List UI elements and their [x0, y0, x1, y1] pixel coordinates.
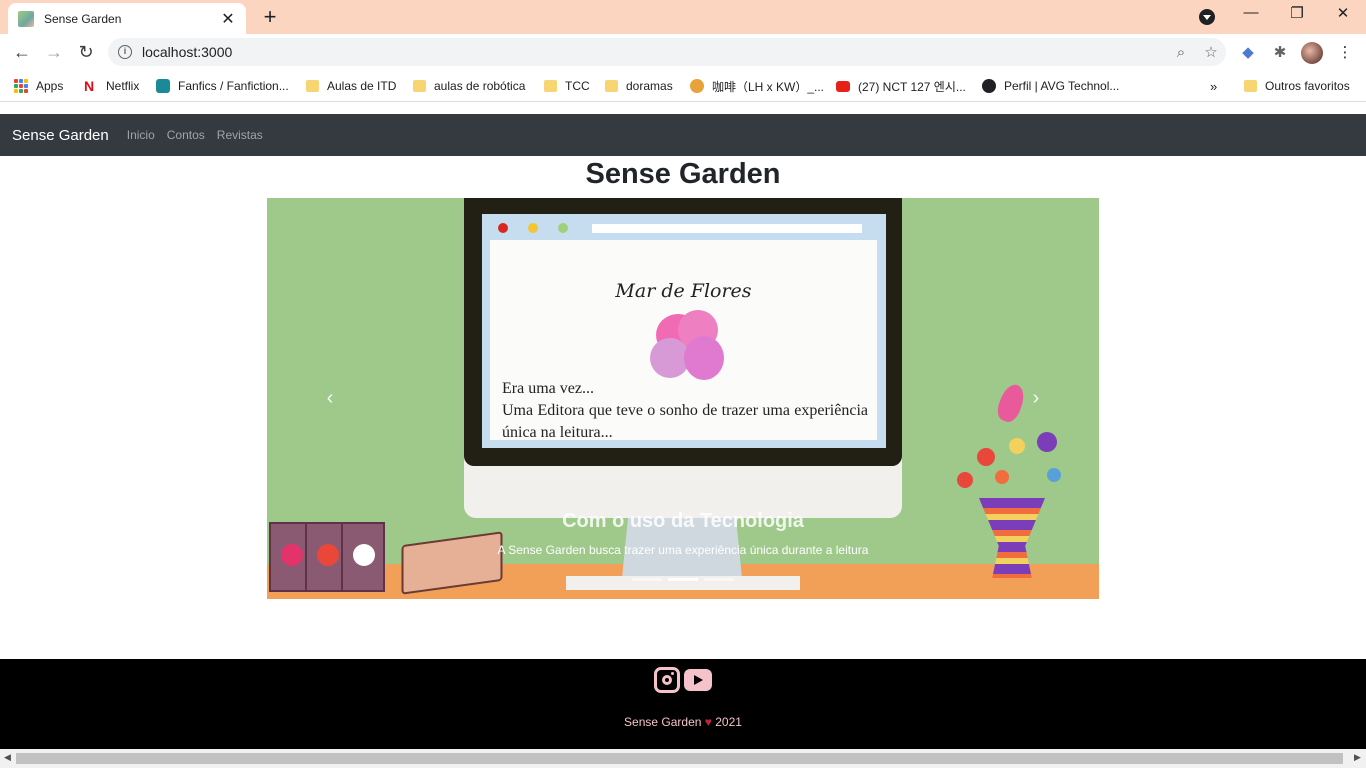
bookmark-site-icon — [690, 79, 704, 93]
fanfiction-icon — [156, 79, 170, 93]
social-links — [0, 667, 1366, 693]
folder-icon — [544, 80, 557, 92]
tab-title: Sense Garden — [44, 11, 122, 26]
folder-icon — [306, 80, 319, 92]
nav-link-revistas[interactable]: Revistas — [217, 128, 263, 142]
bookmark-label: aulas de robótica — [434, 79, 526, 93]
globe-icon — [982, 79, 996, 93]
bookmark-label: Aulas de ITD — [327, 79, 397, 93]
menu-kebab-icon[interactable]: ⋮ — [1336, 44, 1354, 62]
bookmark-label: Fanfics / Fanfiction... — [178, 79, 289, 93]
slide-logo: Mar de Flores — [615, 280, 752, 302]
extension-cap-icon[interactable]: ◆ — [1239, 44, 1257, 62]
scroll-left-icon[interactable]: ◀ — [4, 752, 11, 763]
bookmark-fanfics[interactable]: Fanfics / Fanfiction... — [156, 76, 289, 96]
bookmark-label: doramas — [626, 79, 673, 93]
url-text[interactable]: localhost:3000 — [142, 44, 1166, 60]
youtube-icon — [836, 80, 850, 92]
folder-icon — [605, 80, 618, 92]
new-tab-icon[interactable]: + — [258, 4, 282, 30]
bouquet-illustration — [937, 418, 1087, 508]
zoom-icon[interactable]: ⌕ — [1166, 44, 1196, 61]
bookmark-label: 咖啡（LH x KW）_... — [712, 79, 825, 94]
browser-toolbar: ← → ↻ i localhost:3000 ⌕ ☆ ◆ ✱ ⋮ — [0, 34, 1366, 70]
bookmark-label: Apps — [36, 79, 64, 93]
site-navbar: Sense Garden Inicio Contos Revistas — [0, 114, 1366, 156]
carousel-indicator[interactable] — [668, 578, 698, 581]
site-favicon-icon — [18, 10, 34, 27]
bookmark-apps[interactable]: Apps — [14, 76, 63, 96]
navbar-brand[interactable]: Sense Garden — [12, 127, 109, 144]
footer-copyright: Sense Garden ♥ 2021 — [624, 715, 742, 729]
footer: Sense Garden ♥ 2021 — [0, 659, 1366, 749]
bookmark-label: (27) NCT 127 엔시... — [858, 79, 966, 94]
bookmark-aulas-robotica[interactable]: aulas de robótica — [413, 76, 525, 96]
carousel-indicator[interactable] — [632, 578, 662, 581]
nav-link-inicio[interactable]: Inicio — [127, 128, 155, 142]
minimize-icon[interactable]: — — [1236, 4, 1266, 21]
horizontal-scrollbar[interactable]: ◀ ▶ — [0, 749, 1366, 768]
browser-tab-bar: Sense Garden ✕ + — ❐ ✕ — [0, 0, 1366, 34]
bookmark-coffee[interactable]: 咖啡（LH x KW）_... — [690, 76, 824, 96]
close-tab-icon[interactable]: ✕ — [220, 9, 236, 29]
page-title: Sense Garden — [585, 158, 781, 190]
scroll-right-icon[interactable]: ▶ — [1354, 752, 1361, 763]
browser-tab[interactable]: Sense Garden ✕ — [8, 3, 246, 34]
carousel-next-icon[interactable]: › — [1021, 388, 1051, 408]
restore-icon[interactable]: ❐ — [1282, 4, 1312, 22]
bookmark-aulas-itd[interactable]: Aulas de ITD — [306, 76, 396, 96]
back-icon[interactable]: ← — [10, 40, 34, 64]
bookmark-outros-favoritos[interactable]: Outros favoritos — [1244, 76, 1350, 96]
close-window-icon[interactable]: ✕ — [1328, 4, 1358, 22]
apps-grid-icon — [14, 79, 28, 93]
youtube-icon[interactable] — [684, 669, 712, 691]
bookmark-label: Perfil | AVG Technol... — [1004, 79, 1120, 93]
extensions-puzzle-icon[interactable]: ✱ — [1271, 44, 1289, 62]
bookmark-nct[interactable]: (27) NCT 127 엔시... — [836, 76, 966, 96]
address-bar[interactable]: i localhost:3000 ⌕ ☆ — [108, 38, 1226, 66]
netflix-icon: N — [84, 78, 95, 94]
flower-illustration — [648, 308, 732, 386]
bookmark-label: TCC — [565, 79, 590, 93]
carousel: Mar de Flores Era uma vez... Uma Editora… — [267, 198, 1099, 599]
carousel-caption: Com o uso da Tecnologia A Sense Garden b… — [267, 510, 1099, 557]
reload-icon[interactable]: ↻ — [74, 40, 98, 64]
tab-search-icon[interactable] — [1199, 9, 1215, 25]
instagram-icon[interactable] — [654, 667, 680, 693]
bookmark-avg[interactable]: Perfil | AVG Technol... — [982, 76, 1119, 96]
carousel-indicator[interactable] — [704, 578, 734, 581]
bookmark-star-icon[interactable]: ☆ — [1196, 43, 1226, 61]
bookmark-tcc[interactable]: TCC — [544, 76, 590, 96]
heart-icon: ♥ — [704, 715, 712, 729]
caption-text: A Sense Garden busca trazer uma experiên… — [497, 543, 869, 557]
nav-link-contos[interactable]: Contos — [167, 128, 205, 142]
profile-avatar[interactable] — [1301, 42, 1323, 64]
bookmark-doramas[interactable]: doramas — [605, 76, 673, 96]
slide-story-text: Era uma vez... Uma Editora que teve o so… — [502, 380, 868, 441]
bookmark-label: Netflix — [106, 79, 140, 93]
more-bookmarks-icon[interactable]: » — [1210, 76, 1217, 96]
caption-title: Com o uso da Tecnologia — [562, 510, 804, 532]
forward-icon[interactable]: → — [42, 40, 66, 64]
folder-icon — [1244, 80, 1257, 92]
monitor-illustration: Mar de Flores Era uma vez... Uma Editora… — [464, 198, 902, 518]
site-info-icon[interactable]: i — [118, 45, 132, 59]
bookmarks-bar: Apps N Netflix Fanfics / Fanfiction... A… — [0, 70, 1366, 102]
scrollbar-thumb[interactable] — [16, 753, 1343, 764]
carousel-prev-icon[interactable]: ‹ — [315, 388, 345, 408]
carousel-indicators — [267, 578, 1099, 581]
bookmark-netflix[interactable]: N Netflix — [84, 76, 139, 96]
folder-icon — [413, 80, 426, 92]
bookmark-label: Outros favoritos — [1265, 79, 1350, 93]
